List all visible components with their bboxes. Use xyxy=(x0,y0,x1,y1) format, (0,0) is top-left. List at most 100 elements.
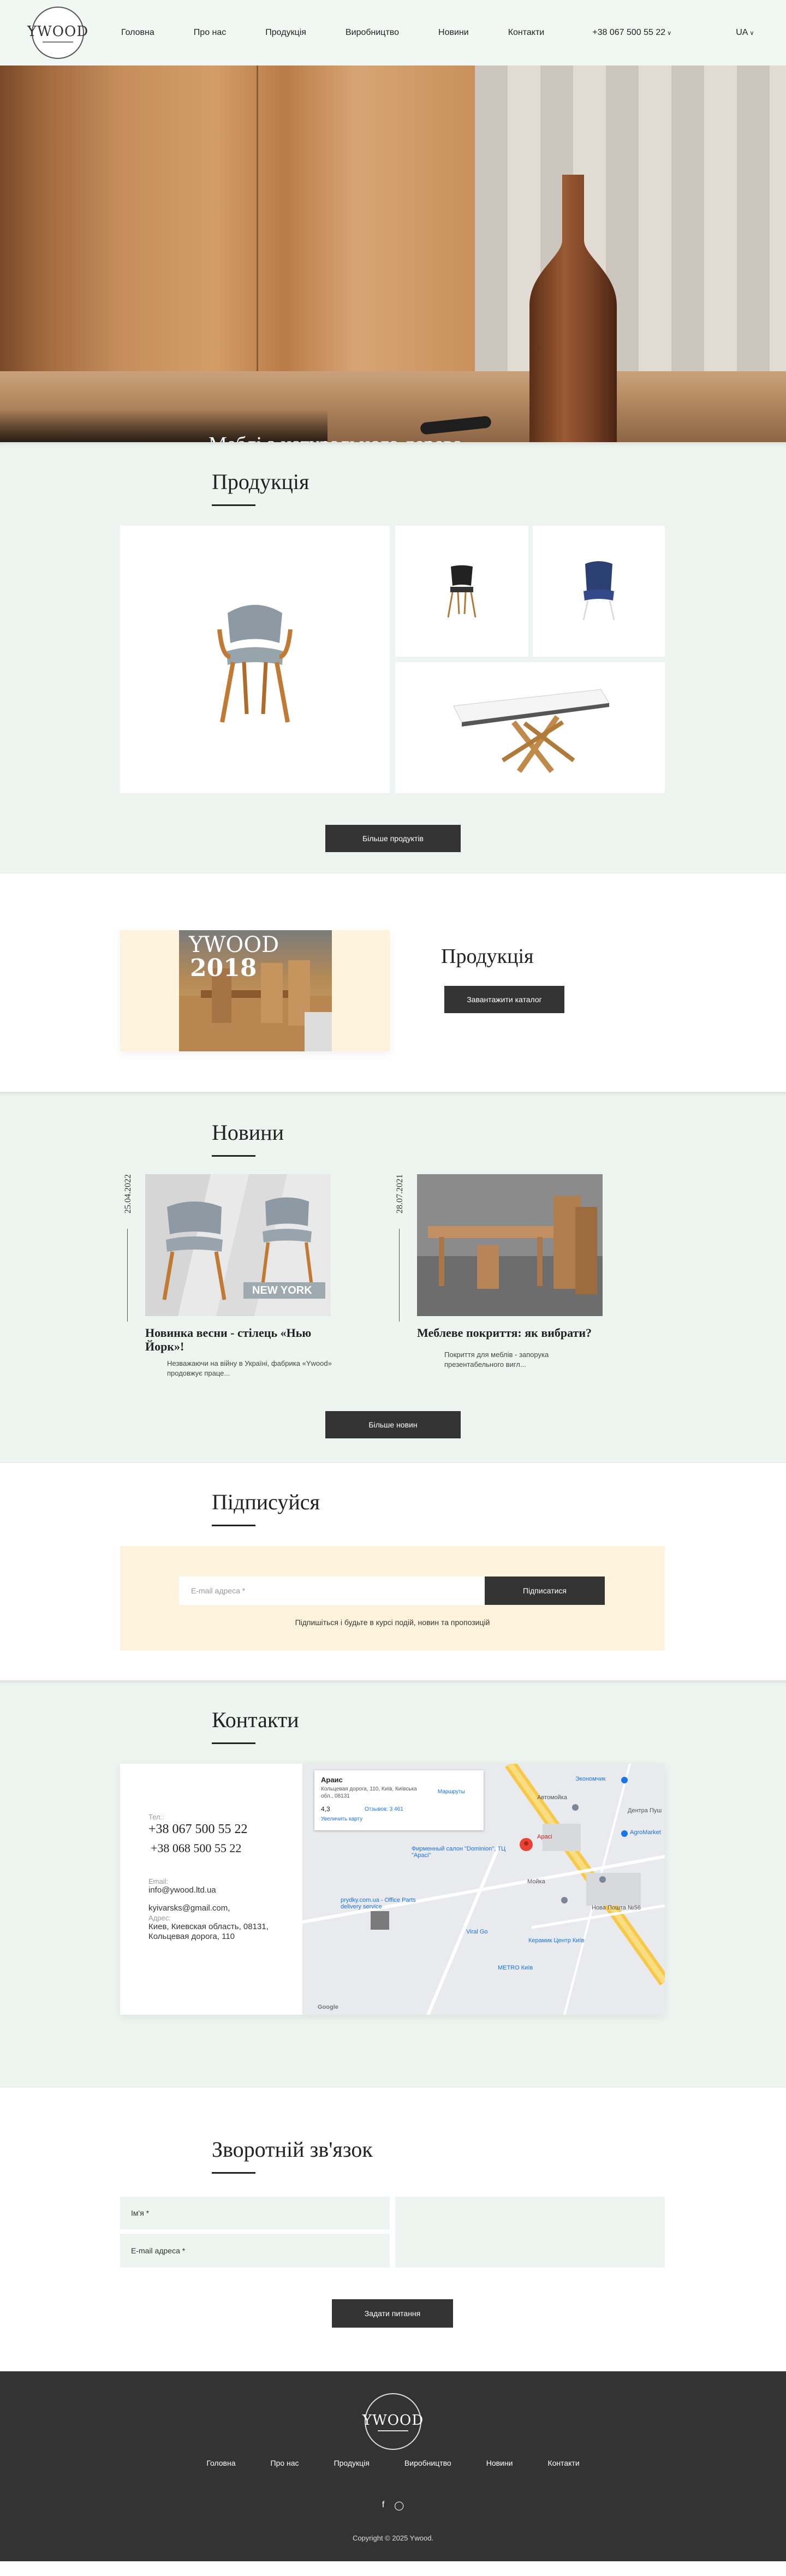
subscribe-note: Підпишіться і будьте в курсі подій, нови… xyxy=(295,1618,490,1627)
product-tile-armchair[interactable] xyxy=(120,526,390,793)
site-header: YWOOD Головна Про нас Продукція Виробниц… xyxy=(0,0,786,66)
map-place-popup: Араис Кольцевая дорога, 110, Київ, Київс… xyxy=(314,1770,484,1830)
tel-label: Тел.: xyxy=(148,1813,164,1821)
site-logo[interactable]: YWOOD xyxy=(27,7,88,59)
nav-home[interactable]: Головна xyxy=(121,28,154,38)
news-card[interactable]: 28.07.2021 Меблеве покриття: як вибрати?… xyxy=(395,1174,646,1393)
title-underline xyxy=(212,1742,255,1744)
ask-question-button[interactable]: Задати питання xyxy=(332,2299,453,2328)
map-reviews[interactable]: Отзывов: 3 461 xyxy=(365,1806,403,1812)
footer-logo-text: YWOOD xyxy=(362,2412,424,2429)
news-title[interactable]: Меблеве покриття: як вибрати? xyxy=(417,1326,614,1340)
contact-address: Киев, Киевская область, 08131, Кольцевая… xyxy=(148,1921,269,1942)
news-card[interactable]: 25.04.2022 NEW YORK Новинка весни - стіл… xyxy=(123,1174,374,1393)
map-label: METRO Київ xyxy=(498,1965,533,1971)
news-image-caption: NEW YORK xyxy=(252,1284,312,1296)
hero-wall-image xyxy=(475,66,786,393)
footer-nav-products[interactable]: Продукція xyxy=(334,2459,370,2467)
news-image[interactable] xyxy=(417,1174,603,1316)
header-phone: +38 067 500 55 22 xyxy=(592,28,666,37)
footer-nav-production[interactable]: Виробництво xyxy=(404,2459,451,2467)
feedback-section: Зворотній зв'язок Ім'я * E-mail адреса *… xyxy=(0,2087,786,2371)
contact-info: Тел.: +38 067 500 55 22 +38 068 500 55 2… xyxy=(148,1813,296,1942)
message-field[interactable] xyxy=(395,2197,665,2268)
footer-nav-about[interactable]: Про нас xyxy=(271,2459,299,2467)
news-date: 28.07.2021 xyxy=(395,1174,404,1213)
product-tile-table[interactable] xyxy=(395,662,665,793)
chevron-down-icon: ∨ xyxy=(749,29,754,37)
site-footer: YWOOD Головна Про нас Продукція Виробниц… xyxy=(0,2371,786,2561)
footer-nav: Головна Про нас Продукція Виробництво Но… xyxy=(0,2459,786,2467)
table-image xyxy=(453,689,610,774)
footer-nav-news[interactable]: Новини xyxy=(486,2459,513,2467)
product-tile-blue-chair[interactable] xyxy=(533,526,665,657)
subscribe-email-input[interactable]: E-mail адреса * xyxy=(179,1576,485,1605)
language-label: UA xyxy=(736,28,748,37)
footer-social-links: f ◯ xyxy=(0,2500,786,2511)
contact-email-2[interactable]: kyivarsks@gmail.com, xyxy=(148,1903,296,1914)
email-field[interactable]: E-mail адреса * xyxy=(120,2234,390,2268)
subscribe-button[interactable]: Підписатися xyxy=(485,1576,605,1605)
main-nav: Головна Про нас Продукція Виробництво Но… xyxy=(121,28,583,38)
wooden-bottle-image xyxy=(529,175,617,442)
google-logo: Google xyxy=(318,2004,338,2010)
subscribe-section: Підписуйся E-mail адреса * Підписатися П… xyxy=(0,1463,786,1680)
more-products-button[interactable]: Більше продуктів xyxy=(325,825,461,852)
map-enlarge-link[interactable]: Увеличить карту xyxy=(321,1816,362,1822)
language-selector[interactable]: UA ∨ xyxy=(736,28,754,38)
catalog-section: YWOOD 2018 Продукція Завантажити каталог xyxy=(0,873,786,1092)
map-label: Керамик Центр Київ xyxy=(528,1937,585,1944)
catalog-title: Продукція xyxy=(441,945,534,968)
download-catalog-button[interactable]: Завантажити каталог xyxy=(444,986,564,1013)
black-chair-image xyxy=(447,565,477,618)
map-place-title: Араис xyxy=(321,1776,343,1784)
subscribe-form: E-mail адреса * Підписатися Підпишіться … xyxy=(120,1546,665,1651)
instagram-icon[interactable]: ◯ xyxy=(394,2500,404,2511)
facebook-icon[interactable]: f xyxy=(382,2500,384,2511)
header-phone-dropdown[interactable]: +38 067 500 55 22 ∨ xyxy=(592,28,671,38)
catalog-cover-image[interactable]: YWOOD 2018 xyxy=(179,930,332,1051)
news-image[interactable]: NEW YORK xyxy=(145,1174,331,1316)
nav-about[interactable]: Про нас xyxy=(194,28,226,38)
map-label: Viral Go xyxy=(466,1929,488,1935)
title-underline xyxy=(212,1525,255,1526)
hero-slider: f ◯ 1 2 3 Меблі з натурального дерева xyxy=(0,66,786,442)
map-label: Арасі xyxy=(537,1834,552,1840)
section-title: Контакти xyxy=(212,1708,299,1732)
footer-nav-contacts[interactable]: Контакти xyxy=(547,2459,579,2467)
map-label: Фирменный салон "Dominion", ТЦ "Арасі" xyxy=(412,1846,506,1859)
google-map[interactable]: Араис Кольцевая дорога, 110, Київ, Київс… xyxy=(302,1764,665,2015)
catalog-banner: YWOOD 2018 xyxy=(120,930,390,1051)
more-news-button[interactable]: Більше новин xyxy=(325,1411,461,1438)
hero-cabinet-image xyxy=(0,66,475,393)
news-section: Новини 25.04.2022 NEW YORK Новинка весни… xyxy=(0,1092,786,1463)
product-tile-black-chair[interactable] xyxy=(395,526,528,657)
logo-ornament xyxy=(43,41,73,43)
news-title[interactable]: Новинка весни - стілець «Нью Йорк»! xyxy=(145,1326,342,1354)
address-label: Адрес: xyxy=(148,1913,171,1922)
news-date: 25.04.2022 xyxy=(123,1174,133,1213)
map-place-address: Кольцевая дорога, 110, Київ, Київська об… xyxy=(321,1786,417,1799)
nav-products[interactable]: Продукція xyxy=(265,28,306,38)
contact-phone-2[interactable]: +38 068 500 55 22 xyxy=(151,1841,296,1855)
contact-phone-1[interactable]: +38 067 500 55 22 xyxy=(148,1822,296,1837)
map-label: Автомойка xyxy=(537,1794,567,1801)
chevron-down-icon: ∨ xyxy=(667,29,672,37)
hero-title: Меблі з натурального дерева xyxy=(209,432,462,442)
copyright: Copyright © 2025 Ywood. xyxy=(352,2534,434,2542)
section-title: Новини xyxy=(212,1120,284,1145)
section-title: Продукція xyxy=(212,469,309,494)
title-underline xyxy=(212,504,255,506)
map-label: Мойка xyxy=(527,1878,545,1885)
dining-set-image xyxy=(417,1174,603,1316)
name-field[interactable]: Ім'я * xyxy=(120,2197,390,2229)
news-divider xyxy=(127,1229,128,1322)
nav-contacts[interactable]: Контакти xyxy=(508,28,545,38)
map-routes-link[interactable]: Маршруты xyxy=(438,1789,465,1795)
footer-nav-home[interactable]: Головна xyxy=(206,2459,235,2467)
footer-logo[interactable]: YWOOD xyxy=(362,2393,424,2450)
nav-production[interactable]: Виробництво xyxy=(346,28,399,38)
nav-news[interactable]: Новини xyxy=(438,28,469,38)
armchair-image xyxy=(217,605,293,723)
contact-email-1[interactable]: info@ywood.ltd.ua xyxy=(148,1885,296,1896)
